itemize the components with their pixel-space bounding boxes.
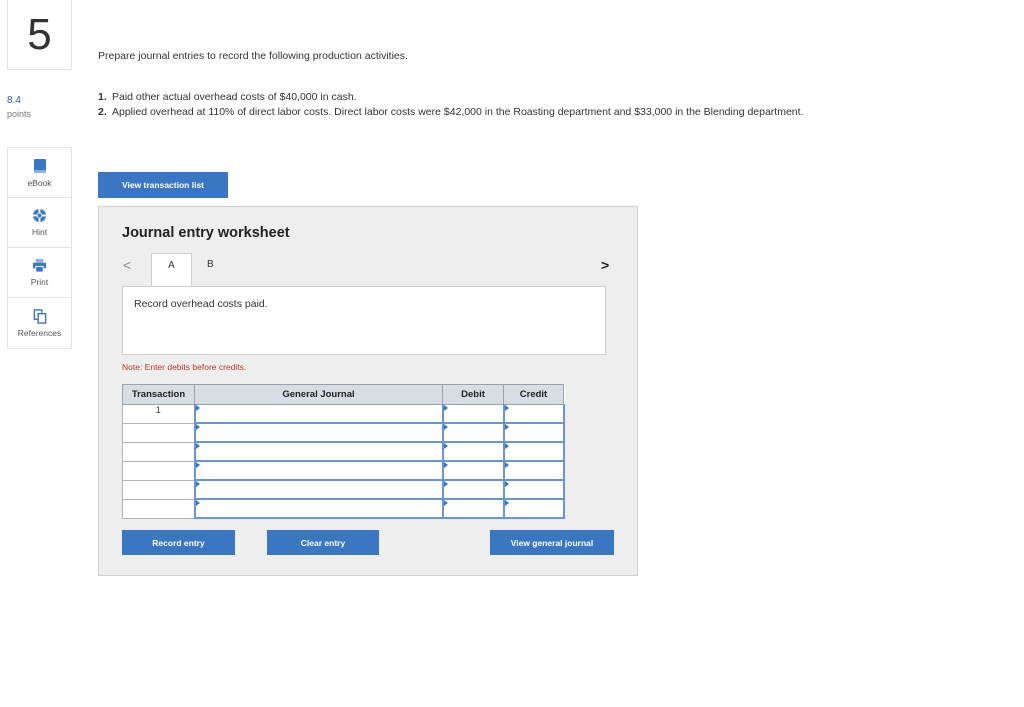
clear-entry-button[interactable]: Clear entry (267, 530, 379, 555)
item-text: Paid other actual overhead costs of $40,… (112, 91, 357, 103)
table-row (122, 479, 565, 500)
transaction-cell (122, 441, 195, 462)
list-item: 1. Paid other actual overhead costs of $… (98, 90, 858, 105)
item-text: Applied overhead at 110% of direct labor… (112, 106, 804, 118)
references-label: References (17, 327, 62, 338)
debit-input[interactable] (441, 498, 505, 519)
column-header-credit: Credit (503, 384, 564, 405)
credit-input[interactable] (502, 441, 565, 462)
transaction-cell (122, 498, 195, 519)
account-select[interactable] (193, 441, 444, 462)
list-item: 2. Applied overhead at 110% of direct la… (98, 105, 858, 120)
credit-input[interactable] (502, 498, 565, 519)
points-value: 8.4 (7, 95, 21, 106)
transaction-cell: 1 (122, 404, 195, 424)
debit-input[interactable] (441, 422, 505, 443)
copy-icon (33, 308, 46, 324)
print-button[interactable]: Print (8, 248, 71, 298)
account-select[interactable] (193, 498, 444, 519)
tab-a[interactable]: A (151, 253, 192, 287)
debit-credit-note: Note: Enter debits before credits. (122, 362, 247, 372)
view-general-journal-button[interactable]: View general journal (490, 530, 614, 555)
record-entry-button[interactable]: Record entry (122, 530, 235, 555)
points-label: points (7, 109, 32, 119)
tab-b[interactable]: B (207, 259, 214, 270)
debit-input[interactable] (441, 479, 505, 500)
journal-entry-worksheet: Journal entry worksheet < A B > Record o… (98, 206, 638, 576)
next-arrow-icon[interactable]: > (601, 257, 609, 273)
item-number: 1. (98, 91, 107, 103)
account-select[interactable] (193, 479, 444, 500)
hint-label: Hint (31, 227, 48, 237)
column-header-general-journal: General Journal (194, 384, 443, 405)
credit-input[interactable] (502, 422, 565, 443)
book-icon (33, 158, 46, 173)
previous-arrow-icon[interactable]: < (123, 257, 131, 273)
transaction-cell (122, 422, 195, 443)
item-number: 2. (98, 106, 107, 118)
ebook-label: eBook (27, 177, 52, 188)
credit-input[interactable] (502, 404, 565, 424)
transaction-cell (122, 460, 195, 481)
account-select[interactable] (193, 460, 444, 481)
table-row (122, 441, 565, 462)
journal-table: Transaction General Journal Debit Credit… (122, 384, 565, 519)
activity-list: 1. Paid other actual overhead costs of $… (98, 90, 858, 120)
credit-input[interactable] (502, 460, 565, 481)
table-row (122, 460, 565, 481)
entry-description-box: Record overhead costs paid. (122, 286, 606, 355)
debit-input[interactable] (441, 460, 505, 481)
tool-panel: eBook Hint Print References (7, 147, 72, 349)
question-number: 5 (27, 9, 52, 59)
account-select[interactable] (193, 404, 444, 424)
print-label: Print (30, 277, 49, 287)
ebook-button[interactable]: eBook (8, 148, 71, 198)
column-header-transaction: Transaction (122, 384, 195, 405)
question-prompt: Prepare journal entries to record the fo… (98, 50, 408, 62)
references-button[interactable]: References (8, 298, 71, 348)
credit-input[interactable] (502, 479, 565, 500)
view-transaction-list-button[interactable]: View transaction list (98, 172, 228, 198)
debit-input[interactable] (441, 404, 505, 424)
account-select[interactable] (193, 422, 444, 443)
hint-button[interactable]: Hint (8, 198, 71, 248)
entry-description: Record overhead costs paid. (134, 298, 268, 310)
table-row (122, 498, 565, 519)
printer-icon (32, 258, 47, 273)
question-number-box: 5 (7, 0, 72, 70)
debit-input[interactable] (441, 441, 505, 462)
lifebuoy-icon (32, 208, 47, 223)
transaction-cell (122, 479, 195, 500)
column-header-debit: Debit (442, 384, 504, 405)
worksheet-title: Journal entry worksheet (122, 225, 290, 241)
table-row (122, 422, 565, 443)
table-row: 1 (122, 404, 565, 424)
